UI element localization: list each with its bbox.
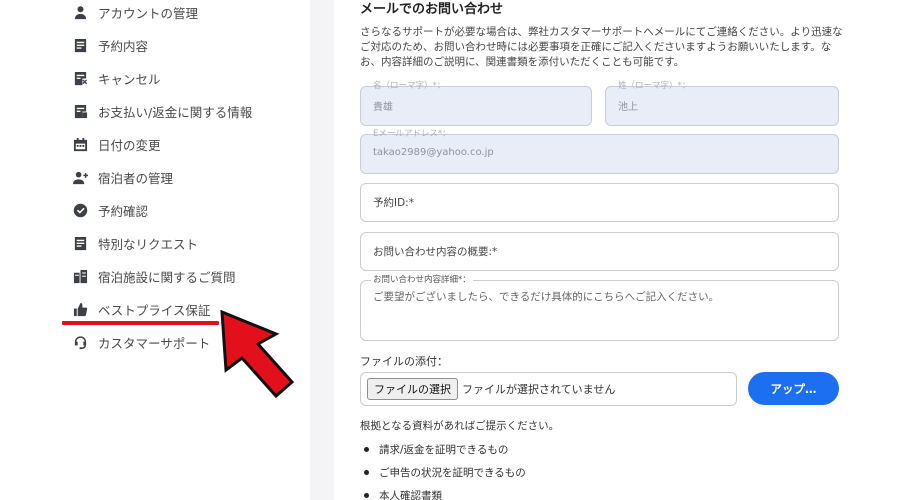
sidebar-item-cancel[interactable]: キャンセル xyxy=(72,65,161,91)
evidence-list: 請求/返金を証明できるもの ご申告の状況を証明できるもの 本人確認書類 xyxy=(364,438,526,500)
details-placeholder: ご要望がございましたら、できるだけ具体的にこちらへご記入ください。 xyxy=(373,291,720,303)
details-label: お問い合わせ内容詳細*： xyxy=(371,275,473,285)
choose-file-button[interactable]: ファイルの選択 xyxy=(367,378,458,400)
form-description: さらなるサポートが必要な場合は、弊社カスタマーサポートへメールにてご連絡ください… xyxy=(360,26,843,68)
sidebar-item-label: 宿泊者の管理 xyxy=(98,170,174,186)
sidebar-item-label: 予約確認 xyxy=(98,203,149,219)
list-item-text: 請求/返金を証明できるもの xyxy=(379,444,509,456)
attachment-label: ファイルの添付： xyxy=(360,355,448,368)
document-icon xyxy=(72,37,88,53)
sidebar-item-property-questions[interactable]: 宿泊施設に関するご質問 xyxy=(72,263,236,289)
sidebar-item-label: 予約内容 xyxy=(98,38,149,54)
headset-icon xyxy=(72,334,88,350)
details-textarea[interactable]: お問い合わせ内容詳細*： ご要望がございましたら、できるだけ具体的にこちらへご記… xyxy=(360,275,839,341)
sidebar-item-label: 特別なリクエスト xyxy=(98,236,199,252)
file-status: ファイルが選択されていません xyxy=(462,383,616,396)
contact-form-panel: メールでのお問い合わせ さらなるサポートが必要な場合は、弊社カスタマーサポートへ… xyxy=(334,0,900,500)
summary-placeholder: お問い合わせ内容の概要:* xyxy=(373,246,498,258)
list-item: 本人確認書類 xyxy=(364,484,526,500)
upload-button[interactable]: アップ… xyxy=(748,372,839,405)
sidebar-item-customer-support[interactable]: カスタマーサポート xyxy=(72,329,210,355)
email-value: takao2989@yahoo.co.jp xyxy=(373,147,494,158)
thumbs-up-icon xyxy=(72,301,88,317)
column-divider xyxy=(310,0,334,500)
list-item-text: ご申告の状況を証明できるもの xyxy=(379,467,526,479)
sidebar-item-guests[interactable]: 宿泊者の管理 xyxy=(72,164,173,190)
booking-id-field[interactable]: 予約ID:* xyxy=(360,183,839,222)
sidebar-item-confirmation[interactable]: 予約確認 xyxy=(72,197,148,223)
first-name-label: 名（ローマ字）*： xyxy=(373,81,446,91)
sidebar-item-label: 日付の変更 xyxy=(98,137,161,153)
booking-id-placeholder: 予約ID:* xyxy=(373,197,414,209)
bullet-icon xyxy=(364,447,369,452)
list-item: ご申告の状況を証明できるもの xyxy=(364,461,526,484)
sidebar-item-label: カスタマーサポート xyxy=(98,335,211,351)
check-circle-icon xyxy=(72,202,88,218)
last-name-label: 姓（ローマ字）*： xyxy=(618,81,691,91)
sidebar: アカウントの管理 予約内容 キャンセル お支払い/返金に関する情報 日付の変更 … xyxy=(0,0,310,500)
sidebar-item-special-requests[interactable]: 特別なリクエスト xyxy=(72,230,198,256)
sidebar-item-label: 宿泊施設に関するご質問 xyxy=(98,269,236,285)
email-label: Eメールアドレス*： xyxy=(373,129,451,139)
payment-document-icon xyxy=(72,103,88,119)
sidebar-item-best-price[interactable]: ベストプライス保証 xyxy=(72,296,210,322)
bullet-icon xyxy=(364,493,369,498)
file-input[interactable]: ファイルの選択 ファイルが選択されていません xyxy=(360,372,737,406)
first-name-field[interactable]: 名（ローマ字）*： 貴雄 xyxy=(360,81,592,126)
calendar-icon xyxy=(72,136,88,152)
sidebar-item-account[interactable]: アカウントの管理 xyxy=(72,0,198,25)
sidebar-item-label: アカウントの管理 xyxy=(98,5,199,21)
summary-field[interactable]: お問い合わせ内容の概要:* xyxy=(360,232,839,271)
email-field[interactable]: Eメールアドレス*： takao2989@yahoo.co.jp xyxy=(360,129,839,174)
sidebar-item-booking-details[interactable]: 予約内容 xyxy=(72,32,148,58)
building-icon xyxy=(72,268,88,284)
first-name-value: 貴雄 xyxy=(373,102,393,113)
bullet-icon xyxy=(364,470,369,475)
person-icon xyxy=(72,4,88,20)
document-icon xyxy=(72,235,88,251)
sidebar-item-label: キャンセル xyxy=(98,71,161,87)
page-title: メールでのお問い合わせ xyxy=(360,2,504,17)
list-item: 請求/返金を証明できるもの xyxy=(364,438,526,461)
last-name-field[interactable]: 姓（ローマ字）*： 池上 xyxy=(605,81,839,126)
cancel-document-icon xyxy=(72,70,88,86)
list-item-text: 本人確認書類 xyxy=(379,490,442,500)
sidebar-item-change-date[interactable]: 日付の変更 xyxy=(72,131,161,157)
highlight-arrow-icon xyxy=(220,310,295,399)
evidence-intro: 根拠となる資料があればご提示ください。 xyxy=(360,420,560,432)
sidebar-item-payment[interactable]: お支払い/返金に関する情報 xyxy=(72,98,252,124)
last-name-value: 池上 xyxy=(618,102,638,113)
highlight-underline xyxy=(62,321,219,325)
sidebar-item-label: ベストプライス保証 xyxy=(98,302,211,318)
guests-icon xyxy=(72,169,88,185)
sidebar-item-label: お支払い/返金に関する情報 xyxy=(98,104,253,120)
